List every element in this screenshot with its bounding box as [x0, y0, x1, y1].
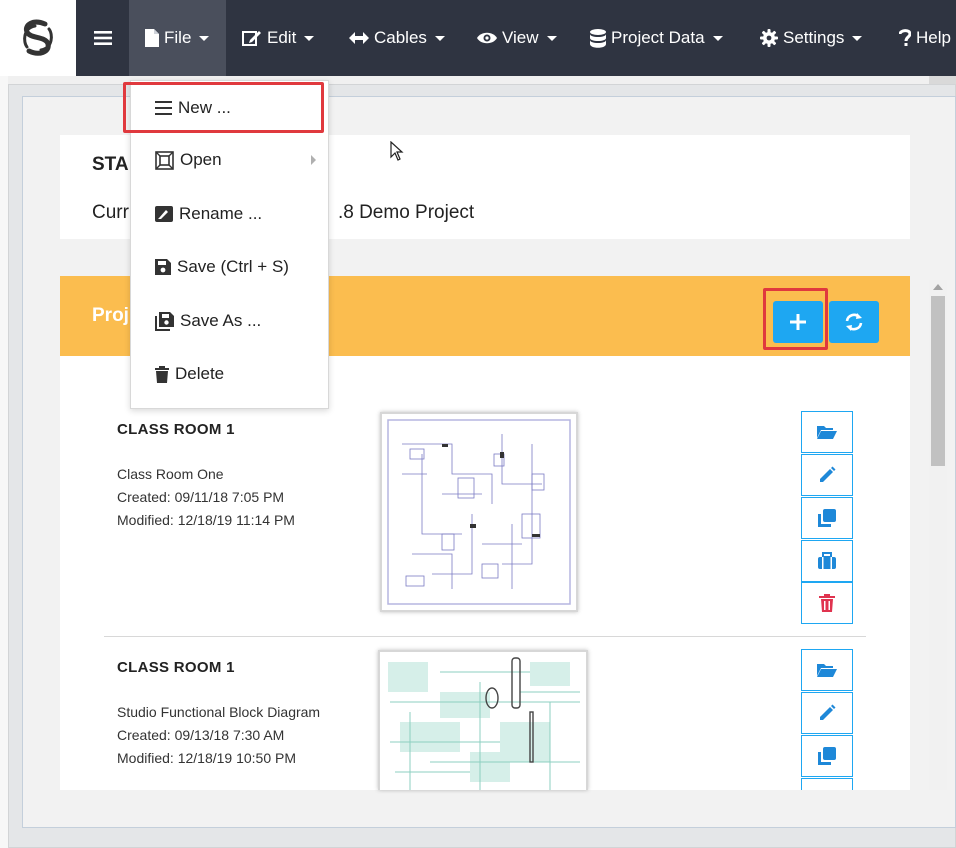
project-1-modified: Modified: 12/18/19 11:14 PM: [117, 512, 295, 528]
project-2-meta: Studio Functional Block Diagram Created:…: [117, 701, 320, 770]
chevron-down-icon: [199, 35, 210, 41]
menu-toggle-button[interactable]: [94, 0, 117, 76]
file-icon: [145, 29, 159, 47]
nav-edit-label: Edit: [267, 28, 297, 47]
scrollbar-thumb[interactable]: [931, 296, 945, 466]
edit-project-button[interactable]: [801, 692, 853, 734]
schematic-preview-image: [387, 419, 571, 605]
nav-view[interactable]: View: [477, 0, 557, 76]
project-2-created: Created: 09/13/18 7:30 AM: [117, 727, 285, 743]
menu-item-delete[interactable]: Delete: [131, 349, 328, 399]
rename-icon: [155, 206, 173, 222]
project-2-modified: Modified: 12/18/19 10:50 PM: [117, 750, 297, 766]
trash-icon: [155, 365, 169, 383]
scroll-up-arrow-icon[interactable]: [933, 284, 943, 290]
menu-item-rename-label: Rename ...: [179, 204, 263, 223]
block-diagram-preview-image: [388, 657, 580, 790]
question-icon: [899, 29, 911, 46]
eye-icon: [477, 32, 497, 44]
copy-icon: [818, 747, 836, 765]
project-1-created: Created: 09/11/18 7:05 PM: [117, 489, 285, 505]
duplicate-project-button[interactable]: [801, 735, 853, 777]
project-2-name: CLASS ROOM 1: [117, 659, 235, 676]
menu-item-open[interactable]: Open: [131, 135, 328, 185]
menu-item-save-label: Save (Ctrl + S): [177, 257, 289, 276]
nav-settings-label: Settings: [783, 28, 845, 47]
edit-icon: [242, 31, 261, 46]
project-2-description: Studio Functional Block Diagram: [117, 704, 321, 720]
folder-open-icon: [817, 664, 837, 677]
chevron-down-icon: [546, 35, 557, 41]
edit-project-button[interactable]: [801, 454, 853, 496]
menu-item-save-as[interactable]: Save As ...: [131, 296, 328, 346]
nav-help-label: Help: [916, 28, 951, 47]
chevron-down-icon: [304, 35, 315, 41]
duplicate-project-button[interactable]: [801, 497, 853, 539]
chevron-down-icon: [712, 35, 723, 41]
nav-view-label: View: [502, 28, 539, 47]
arrows-horizontal-icon: [349, 32, 369, 44]
menu-item-save[interactable]: Save (Ctrl + S): [131, 242, 328, 292]
chevron-down-icon: [434, 35, 445, 41]
nav-help[interactable]: Help: [899, 0, 951, 76]
archive-project-button[interactable]: [801, 778, 853, 790]
add-project-button[interactable]: [773, 301, 823, 343]
open-project-button[interactable]: [801, 411, 853, 453]
save-icon: [155, 259, 171, 275]
nav-cables[interactable]: Cables: [349, 0, 445, 76]
open-project-button[interactable]: [801, 649, 853, 691]
menu-item-open-label: Open: [180, 150, 222, 169]
projects-title: Proj: [92, 305, 129, 326]
nav-file[interactable]: File: [129, 0, 226, 76]
pencil-icon: [820, 704, 836, 720]
nav-project-data[interactable]: Project Data: [590, 0, 723, 76]
status-title: STA: [92, 154, 129, 175]
left-gutter: [0, 76, 8, 848]
project-2-thumbnail[interactable]: [378, 650, 588, 790]
folder-open-icon: [817, 426, 837, 439]
copy-icon: [818, 509, 836, 527]
project-1-name: CLASS ROOM 1: [117, 421, 235, 438]
app-logo[interactable]: [0, 0, 76, 76]
refresh-icon: [845, 313, 863, 331]
nav-settings[interactable]: Settings: [760, 0, 863, 76]
nav-cables-label: Cables: [374, 28, 427, 47]
pencil-icon: [820, 466, 836, 482]
save-as-icon: [155, 311, 174, 331]
sd-logo-icon: [23, 19, 53, 56]
list-icon: [155, 101, 172, 115]
menu-item-delete-label: Delete: [175, 364, 225, 383]
current-project-prefix: Curr: [92, 202, 129, 223]
nav-project-data-label: Project Data: [611, 28, 705, 47]
refresh-projects-button[interactable]: [829, 301, 879, 343]
nav-file-label: File: [164, 28, 192, 47]
project-1-description: Class Room One: [117, 466, 224, 482]
nav-edit[interactable]: Edit: [242, 0, 315, 76]
hamburger-icon: [94, 31, 112, 45]
top-navbar: File Edit Cables View Project Data Setti…: [0, 0, 956, 76]
menu-item-save-as-label: Save As ...: [180, 311, 262, 330]
project-1-thumbnail[interactable]: [380, 412, 578, 612]
row-divider: [104, 636, 866, 637]
chevron-down-icon: [852, 35, 863, 41]
menu-item-new[interactable]: New ...: [131, 83, 328, 133]
briefcase-icon: [818, 552, 836, 569]
database-icon: [590, 28, 606, 48]
mouse-cursor-icon: [390, 141, 404, 161]
open-icon: [155, 150, 174, 170]
current-project-name: .8 Demo Project: [337, 202, 475, 223]
project-1-meta: Class Room One Created: 09/11/18 7:05 PM…: [117, 463, 295, 532]
delete-project-button[interactable]: [801, 582, 853, 624]
trash-icon: [819, 594, 835, 612]
menu-item-rename[interactable]: Rename ...: [131, 189, 328, 239]
menu-item-new-label: New ...: [178, 98, 231, 117]
file-menu-dropdown: New ... Open Rename ... Save (Ctrl + S): [130, 80, 329, 409]
archive-project-button[interactable]: [801, 540, 853, 582]
gear-icon: [760, 29, 778, 47]
plus-icon: [790, 314, 806, 330]
chevron-right-icon: [311, 155, 316, 165]
